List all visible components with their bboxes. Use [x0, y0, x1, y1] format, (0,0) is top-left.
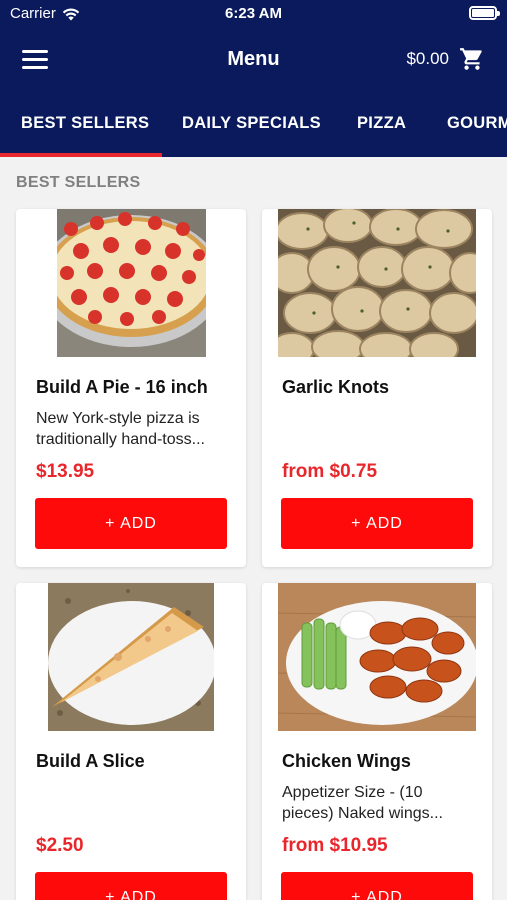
- product-name: Build A Slice: [36, 751, 145, 771]
- active-tab-indicator: [0, 153, 162, 157]
- cart-button[interactable]: $0.00: [406, 46, 485, 72]
- category-tabs: BEST SELLERS DAILY SPECIALS PIZZA GOURME…: [0, 100, 507, 157]
- product-image: [48, 583, 214, 731]
- status-time: 6:23 AM: [225, 5, 282, 22]
- navbar: Menu $0.00: [0, 36, 507, 84]
- product-name: Garlic Knots: [282, 377, 390, 397]
- product-name: Chicken Wings: [282, 751, 411, 771]
- add-button[interactable]: + ADD: [35, 498, 227, 549]
- product-image: [278, 209, 476, 357]
- product-name: Build A Pie - 16 inch: [36, 377, 208, 397]
- product-image: [57, 209, 206, 357]
- product-card[interactable]: Chicken Wings Appetizer Size - (10 piece…: [262, 583, 492, 900]
- product-price: $13.95: [36, 461, 95, 482]
- section-title: BEST SELLERS: [16, 174, 141, 191]
- product-price: from $10.95: [282, 835, 388, 856]
- product-card[interactable]: Build A Slice $2.50 + ADD: [16, 583, 246, 900]
- add-button[interactable]: + ADD: [35, 872, 227, 900]
- product-card[interactable]: Build A Pie - 16 inch New York-style piz…: [16, 209, 246, 567]
- tab-gourmet[interactable]: GOURMET: [447, 114, 507, 133]
- add-button[interactable]: + ADD: [281, 872, 473, 900]
- product-description: New York-style pizza is traditionally ha…: [36, 410, 205, 448]
- product-price: from $0.75: [282, 461, 378, 482]
- product-price: $2.50: [36, 835, 84, 856]
- tab-daily-specials[interactable]: DAILY SPECIALS: [182, 114, 321, 133]
- tab-pizza[interactable]: PIZZA: [357, 114, 406, 133]
- cart-total: $0.00: [406, 49, 449, 68]
- battery-icon: [469, 6, 500, 20]
- app-header: Carrier 6:23 AM Menu $0.00 BEST SELLERS …: [0, 0, 507, 157]
- product-description: Appetizer Size - (10 pieces) Naked wings…: [282, 784, 443, 822]
- status-bar: Carrier 6:23 AM: [0, 0, 507, 28]
- cart-icon: [460, 48, 482, 70]
- product-image: [278, 583, 476, 731]
- add-button[interactable]: + ADD: [281, 498, 473, 549]
- tab-best-sellers[interactable]: BEST SELLERS: [21, 114, 149, 133]
- product-card[interactable]: Garlic Knots from $0.75 + ADD: [262, 209, 492, 567]
